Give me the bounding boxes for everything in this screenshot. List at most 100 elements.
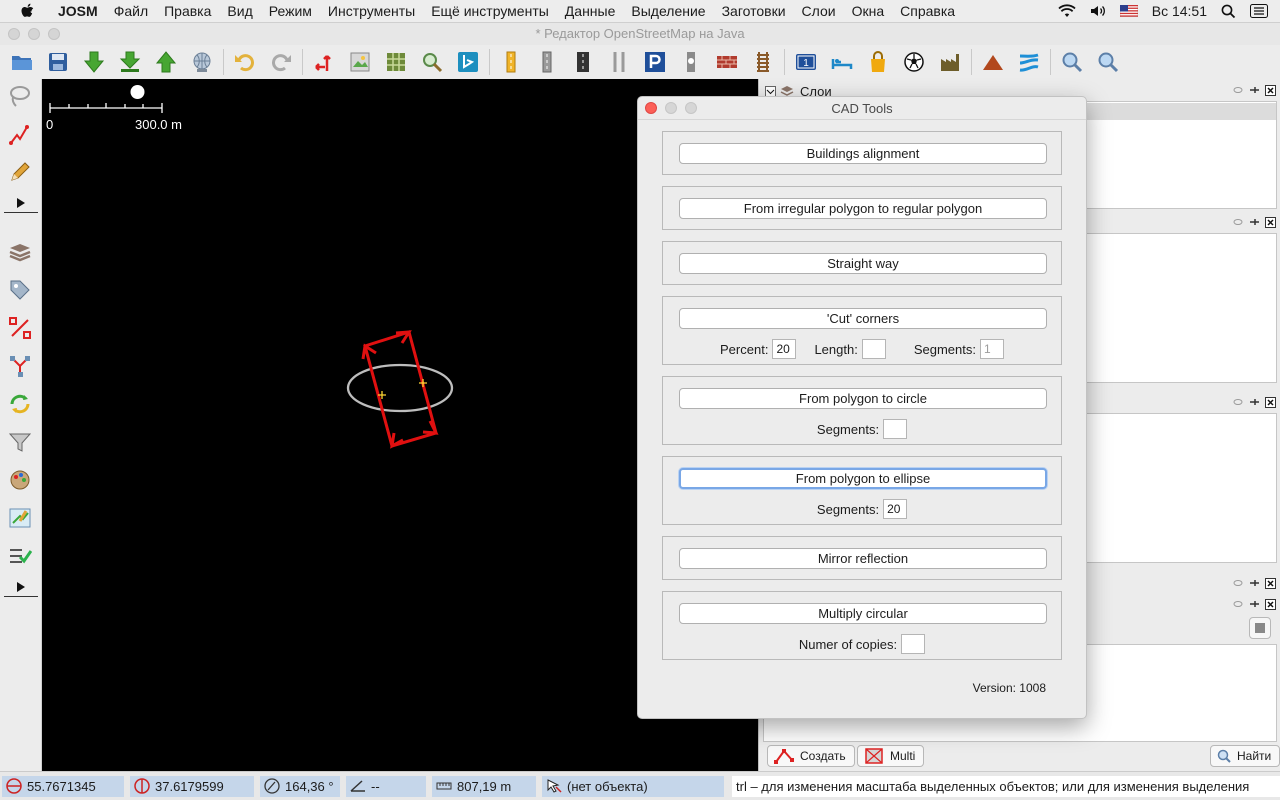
map-paint-icon[interactable] [5,465,35,495]
menu-file[interactable]: Файл [106,3,156,19]
railway-icon[interactable] [747,47,779,77]
menu-app-josm[interactable]: JOSM [52,3,106,19]
pin-icon[interactable] [1248,577,1260,589]
copies-field[interactable] [901,634,926,654]
panel-minimize-icon[interactable] [1232,598,1244,610]
create-button[interactable]: Создать [767,745,855,767]
undo-icon[interactable] [229,47,261,77]
straight-way-button[interactable]: Straight way [679,253,1047,274]
draw-nodes-icon[interactable] [5,119,35,149]
relation-icon[interactable] [5,313,35,343]
footway-icon[interactable] [675,47,707,77]
download-icon[interactable] [78,47,110,77]
road-black-icon[interactable] [567,47,599,77]
irregular-to-regular-button[interactable]: From irregular polygon to regular polygo… [679,198,1047,219]
close-icon[interactable] [1264,396,1276,408]
polygon-to-circle-button[interactable]: From polygon to circle [679,388,1047,409]
control-center-icon[interactable] [1250,4,1268,18]
waterway-icon[interactable] [1013,47,1045,77]
conflict-icon[interactable] [5,389,35,419]
mirror-reflection-button[interactable]: Mirror reflection [679,548,1047,569]
road-grey-icon[interactable] [531,47,563,77]
window-close-button[interactable] [8,28,20,40]
cut-corners-button[interactable]: 'Cut' corners [679,308,1047,329]
dialog-minimize-button[interactable] [665,102,677,114]
close-icon[interactable] [1264,216,1276,228]
find-button[interactable]: Найти [1210,745,1280,767]
soccer-ball-icon[interactable] [898,47,930,77]
circle-segments-field[interactable] [883,419,908,439]
number-sign-icon[interactable]: 1 [790,47,822,77]
panel-minimize-icon[interactable] [1232,396,1244,408]
validator-icon[interactable] [5,541,35,571]
menu-tools[interactable]: Инструменты [320,3,423,19]
reverse-way-icon[interactable] [308,47,340,77]
dialog-zoom-button[interactable] [685,102,697,114]
multiply-circular-button[interactable]: Multiply circular [679,603,1047,624]
menu-more-tools[interactable]: Ещё инструменты [423,3,557,19]
panel-tool-button[interactable] [1249,617,1271,639]
buildings-alignment-button[interactable]: Buildings alignment [679,143,1047,164]
hotel-icon[interactable] [826,47,858,77]
expand-panels-arrow-icon[interactable] [4,577,38,597]
menu-view[interactable]: Вид [219,3,260,19]
upload-icon[interactable] [150,47,182,77]
notes-icon[interactable] [5,503,35,533]
pin-icon[interactable] [1248,216,1260,228]
window-minimize-button[interactable] [28,28,40,40]
industrial-icon[interactable] [934,47,966,77]
panel-minimize-icon[interactable] [1232,216,1244,228]
bing-icon[interactable] [452,47,484,77]
flag-us-icon[interactable] [1119,5,1138,17]
parking-icon[interactable] [639,47,671,77]
apple-icon[interactable] [20,3,36,19]
polygon-to-ellipse-button[interactable]: From polygon to ellipse [679,468,1047,489]
menu-layers[interactable]: Слои [794,3,844,19]
window-zoom-button[interactable] [48,28,60,40]
compass-marker[interactable] [130,85,145,99]
node-marker[interactable] [419,379,427,387]
shop-icon[interactable] [862,47,894,77]
search-icon[interactable] [1221,4,1236,19]
peak-icon[interactable] [977,47,1009,77]
selected-rectangle-way[interactable] [361,330,439,449]
zoom-in-icon[interactable] [1056,47,1088,77]
filter-icon[interactable] [5,427,35,457]
clock-text[interactable]: Вс 14:51 [1152,3,1207,19]
pencil-icon[interactable] [5,157,35,187]
ellipse-way[interactable] [346,363,454,413]
menu-data[interactable]: Данные [557,3,624,19]
image-layer-icon[interactable] [344,47,376,77]
expand-tools-arrow-icon[interactable] [4,193,38,213]
menu-edit[interactable]: Правка [156,3,219,19]
relation-members-icon[interactable] [5,351,35,381]
pin-icon[interactable] [1248,396,1260,408]
lasso-select-icon[interactable] [5,81,35,111]
wall-icon[interactable] [711,47,743,77]
road-yellow-icon[interactable] [495,47,527,77]
pin-icon[interactable] [1248,598,1260,610]
multi-button[interactable]: Multi [857,745,925,767]
path-icon[interactable] [603,47,635,77]
menu-selection[interactable]: Выделение [623,3,713,19]
tags-icon[interactable] [5,275,35,305]
ellipse-segments-field[interactable]: 20 [883,499,908,519]
globe-icon[interactable] [186,47,218,77]
zoom-data-icon[interactable] [416,47,448,77]
menu-presets[interactable]: Заготовки [714,3,794,19]
wifi-icon[interactable] [1058,4,1076,18]
close-icon[interactable] [1264,598,1276,610]
percent-field[interactable]: 20 [772,339,797,359]
pin-icon[interactable] [1248,84,1260,96]
open-file-icon[interactable] [6,47,38,77]
cut-segments-field[interactable]: 1 [979,339,1004,359]
menu-windows[interactable]: Окна [844,3,893,19]
panel-minimize-icon[interactable] [1232,84,1244,96]
download-along-icon[interactable] [114,47,146,77]
menu-mode[interactable]: Режим [261,3,320,19]
panel-minimize-icon[interactable] [1232,577,1244,589]
dialog-close-button[interactable] [645,102,657,114]
menu-help[interactable]: Справка [892,3,963,19]
close-icon[interactable] [1264,84,1276,96]
redo-icon[interactable] [265,47,297,77]
